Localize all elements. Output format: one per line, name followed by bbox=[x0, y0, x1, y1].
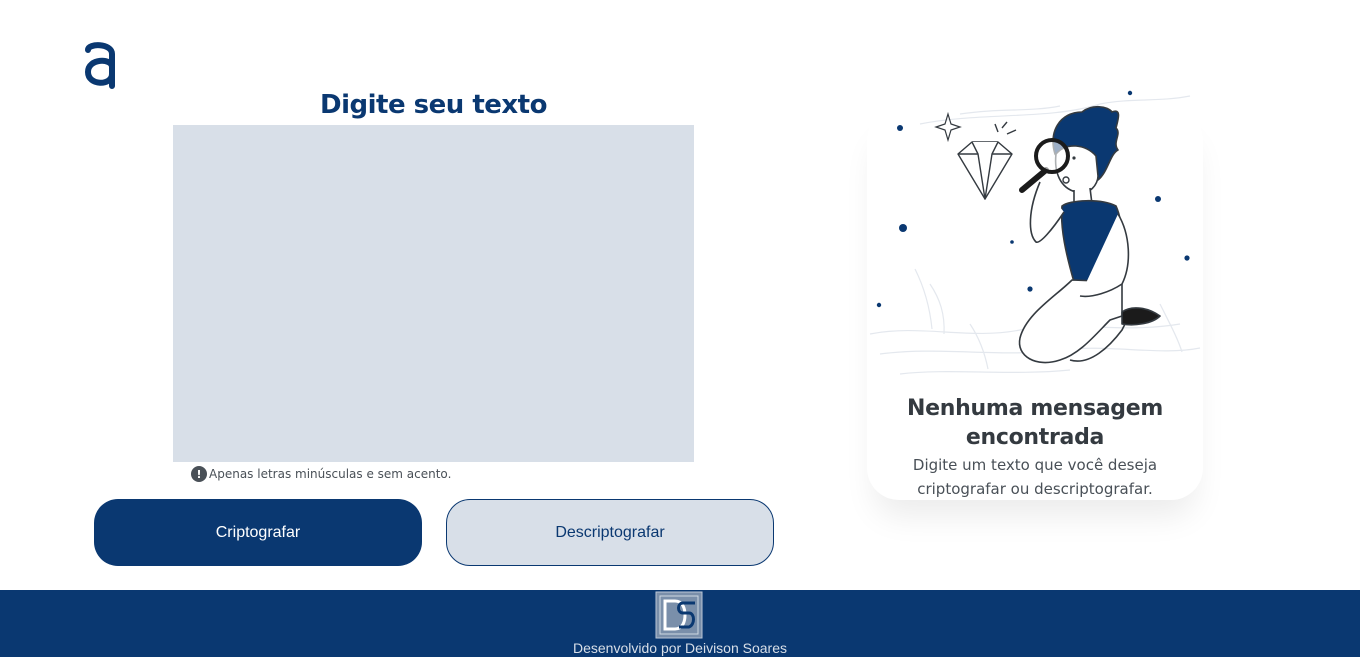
person-with-magnifying-glass-and-diamond-illustration bbox=[869, 90, 1201, 375]
input-hint: ! Apenas letras minúsculas e sem acento. bbox=[191, 466, 451, 482]
empty-state-text: Digite um texto que você deseja criptogr… bbox=[912, 456, 1158, 498]
footer: Desenvolvido por Deivison Soares bbox=[0, 590, 1360, 657]
encrypt-button[interactable]: Criptografar bbox=[94, 499, 422, 566]
page-title: Digite seu texto bbox=[320, 90, 547, 120]
developer-credit: Desenvolvido por Deivison Soares bbox=[573, 640, 787, 656]
alura-a-logo-icon bbox=[84, 42, 115, 89]
exclamation-circle-icon: ! bbox=[191, 466, 207, 482]
empty-state-title: Nenhuma mensagem encontrada bbox=[907, 396, 1163, 450]
message-input[interactable] bbox=[173, 125, 694, 462]
decrypt-button[interactable]: Descriptografar bbox=[446, 499, 774, 566]
ds-monogram-logo bbox=[655, 591, 703, 639]
logo bbox=[82, 40, 118, 90]
hint-text: Apenas letras minúsculas e sem acento. bbox=[209, 467, 452, 481]
